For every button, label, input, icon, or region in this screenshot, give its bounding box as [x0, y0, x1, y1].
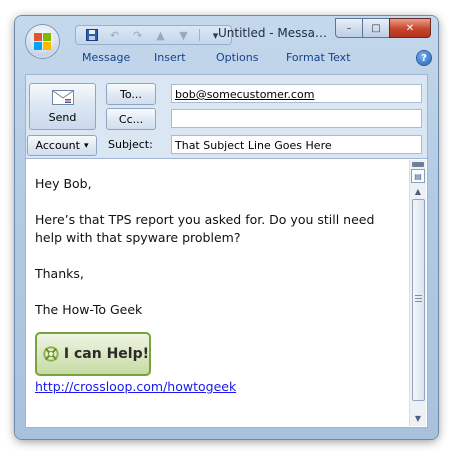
window-title: Untitled - Messa…: [218, 26, 328, 40]
close-button[interactable]: ✕: [389, 18, 431, 38]
message-body[interactable]: Hey Bob, Here’s that TPS report you aske…: [25, 158, 428, 428]
signature-text: The How-To Geek: [35, 302, 143, 317]
minimize-button[interactable]: –: [335, 18, 363, 38]
subject-field[interactable]: That Subject Line Goes Here: [171, 135, 422, 154]
crossloop-link[interactable]: http://crossloop.com/howtogeek: [35, 378, 395, 396]
chevron-down-icon: ▾: [83, 140, 89, 151]
ribbon-tabs: Message Insert Options Format Text ?: [20, 47, 433, 69]
arrow-up-icon[interactable]: ▲: [150, 27, 171, 43]
qat-separator: [199, 29, 200, 41]
tab-options[interactable]: Options: [216, 51, 258, 64]
to-button[interactable]: To...: [106, 83, 156, 105]
scroll-down-icon[interactable]: ▼: [410, 412, 426, 424]
undo-icon[interactable]: ↶: [104, 27, 125, 43]
account-label: Account: [35, 139, 80, 152]
scroll-thumb[interactable]: [412, 199, 425, 401]
window-controls: – □ ✕: [335, 18, 431, 38]
scroll-up-icon[interactable]: ▲: [410, 185, 426, 197]
office-logo-icon: [34, 33, 51, 50]
message-content: Hey Bob, Here’s that TPS report you aske…: [35, 175, 395, 396]
arrow-down-icon[interactable]: ▼: [173, 27, 194, 43]
help-icon[interactable]: ?: [417, 51, 431, 65]
crossloop-badge[interactable]: I can Help!: [35, 332, 151, 376]
subject-label: Subject:: [108, 138, 153, 151]
redo-icon[interactable]: ↷: [127, 27, 148, 43]
body-text: Here’s that TPS report you asked for. Do…: [35, 212, 375, 245]
split-handle[interactable]: [412, 162, 424, 167]
office-button[interactable]: [26, 25, 59, 58]
tab-message[interactable]: Message: [82, 51, 130, 64]
to-recipient: bob@somecustomer.com: [175, 88, 315, 101]
message-window: ↶ ↷ ▲ ▼ ▾ Untitled - Messa… – □ ✕ Messag…: [15, 16, 438, 439]
vertical-scrollbar[interactable]: ▤ ▲ ▼: [409, 160, 426, 426]
message-header: Send To... Cc... bob@somecustomer.com Ac…: [25, 74, 428, 159]
greeting-text: Hey Bob,: [35, 176, 92, 191]
grip-icon: [415, 295, 422, 302]
title-bar: ↶ ↷ ▲ ▼ ▾ Untitled - Messa… – □ ✕: [20, 18, 433, 58]
closing-text: Thanks,: [35, 266, 84, 281]
quick-access-toolbar: ↶ ↷ ▲ ▼ ▾: [76, 26, 231, 44]
account-button[interactable]: Account ▾: [27, 135, 97, 156]
send-label: Send: [48, 111, 77, 124]
send-button[interactable]: Send: [29, 83, 96, 130]
maximize-button[interactable]: □: [362, 18, 390, 38]
to-field[interactable]: bob@somecustomer.com: [171, 84, 422, 103]
crossloop-logo-icon: [43, 346, 59, 362]
tab-format-text[interactable]: Format Text: [286, 51, 351, 64]
cc-button[interactable]: Cc...: [106, 108, 156, 130]
badge-text: I can Help!: [63, 346, 149, 362]
ruler-toggle-icon[interactable]: ▤: [411, 169, 425, 183]
save-icon[interactable]: [81, 27, 102, 43]
envelope-icon: [52, 90, 74, 105]
cc-field[interactable]: [171, 109, 422, 128]
tab-insert[interactable]: Insert: [154, 51, 186, 64]
